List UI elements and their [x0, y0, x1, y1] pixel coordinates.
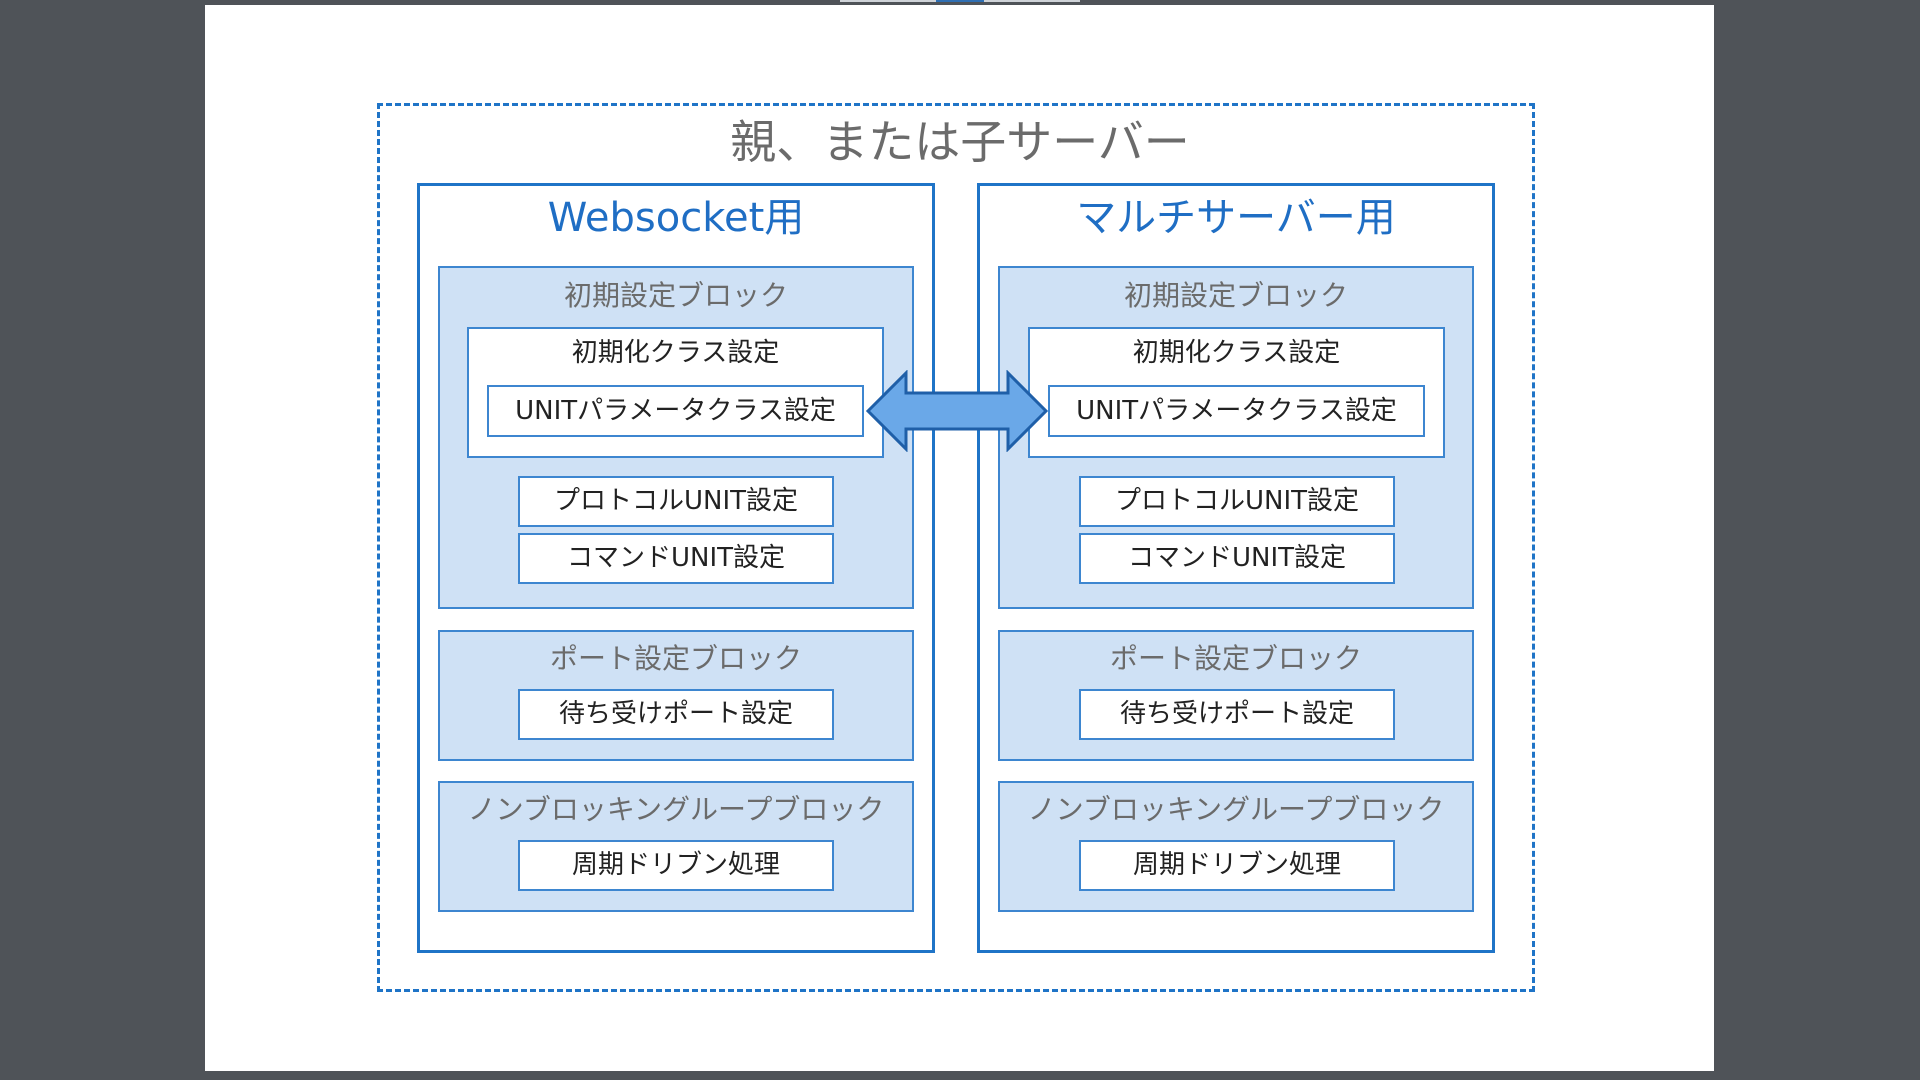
websocket-unit-param-label: UNITパラメータクラス設定	[515, 396, 836, 426]
multiserver-panel-title: マルチサーバー用	[1076, 195, 1396, 241]
multiserver-protocol-unit-label: プロトコルUNIT設定	[1114, 486, 1360, 516]
multiserver-init-block-title: 初期設定ブロック	[1123, 279, 1348, 312]
multiserver-port-block-title: ポート設定ブロック	[1109, 642, 1362, 675]
multiserver-command-unit-label: コマンドUNIT設定	[1127, 543, 1347, 573]
top-tab-right	[984, 0, 1080, 2]
websocket-listen-port-label: 待ち受けポート設定	[558, 699, 793, 729]
multiserver-unit-param-label: UNITパラメータクラス設定	[1076, 396, 1397, 426]
websocket-panel-title: Websocket用	[547, 195, 805, 241]
websocket-init-block-title: 初期設定ブロック	[563, 279, 788, 312]
websocket-protocol-unit-label: プロトコルUNIT設定	[553, 486, 799, 516]
multiserver-cycle-driven-label: 周期ドリブン処理	[1132, 850, 1341, 880]
top-tab-left	[840, 0, 936, 2]
websocket-init-class-label: 初期化クラス設定	[571, 338, 780, 368]
bidirectional-arrow-icon	[866, 370, 1048, 452]
top-tab-active	[936, 0, 984, 2]
websocket-command-unit-label: コマンドUNIT設定	[566, 543, 786, 573]
multiserver-listen-port-label: 待ち受けポート設定	[1119, 699, 1354, 729]
multiserver-init-class-label: 初期化クラス設定	[1132, 338, 1341, 368]
websocket-cycle-driven-label: 周期ドリブン処理	[571, 850, 780, 880]
multiserver-loop-block-title: ノンブロッキングループブロック	[1027, 793, 1445, 826]
server-title: 親、または子サーバー	[730, 115, 1190, 169]
websocket-loop-block-title: ノンブロッキングループブロック	[467, 793, 885, 826]
websocket-port-block-title: ポート設定ブロック	[549, 642, 802, 675]
